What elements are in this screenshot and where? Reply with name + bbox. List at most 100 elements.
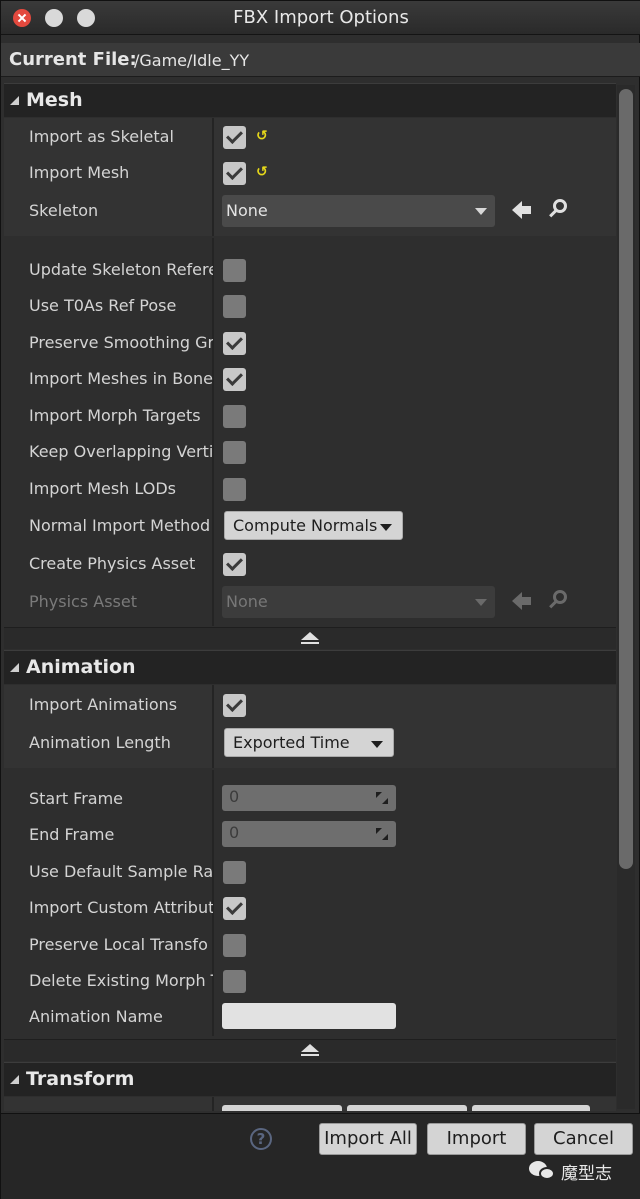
row-import-morph-targets: Import Morph Targets <box>4 398 616 434</box>
normal-import-method-value: Compute Normals <box>233 516 378 535</box>
skeleton-label: Skeleton <box>29 201 99 220</box>
preserve-smoothing-checkbox[interactable] <box>223 332 246 355</box>
import-mesh-lods-checkbox[interactable] <box>223 478 246 501</box>
dialog-footer: ? Import All Import Cancel 魔型志 <box>1 1113 640 1199</box>
use-default-sample-rate-label: Use Default Sample Ra <box>29 862 213 881</box>
import-morph-targets-label: Import Morph Targets <box>29 406 201 425</box>
keep-overlapping-label: Keep Overlapping Verti <box>29 442 213 461</box>
current-file-label: Current File: <box>9 49 137 70</box>
end-frame-input: 0 <box>222 821 396 847</box>
details-panel: Mesh Import as Skeletal ↺ Import Mesh ↺ … <box>4 83 616 1111</box>
import-as-skeletal-label: Import as Skeletal <box>29 127 174 146</box>
animation-length-label: Animation Length <box>29 733 171 752</box>
category-animation-title: Animation <box>26 656 136 678</box>
delete-existing-morph-label: Delete Existing Morph T <box>29 971 213 990</box>
use-selected-arrow-icon <box>512 592 532 610</box>
browse-search-icon <box>548 589 570 611</box>
update-skeleton-ref-label: Update Skeleton Refere <box>29 260 213 279</box>
skeleton-value: None <box>226 201 268 220</box>
import-mesh-lods-label: Import Mesh LODs <box>29 479 176 498</box>
row-preserve-local-transform: Preserve Local Transfo <box>4 927 616 963</box>
chevron-down-icon <box>371 741 383 748</box>
category-transform-title: Transform <box>26 1068 135 1090</box>
row-preserve-smoothing: Preserve Smoothing Gr <box>4 325 616 361</box>
update-skeleton-ref-checkbox[interactable] <box>223 259 246 282</box>
start-frame-value: 0 <box>229 787 240 806</box>
animation-length-dropdown[interactable]: Exported Time <box>224 728 394 757</box>
mesh-advanced-toggle[interactable] <box>4 627 616 649</box>
title-bar: FBX Import Options <box>1 1 640 35</box>
import-animations-checkbox[interactable] <box>223 694 246 717</box>
transform-field[interactable] <box>222 1105 342 1111</box>
transform-field[interactable] <box>472 1105 590 1111</box>
use-selected-arrow-icon[interactable] <box>512 201 532 219</box>
wechat-icon <box>529 1161 557 1181</box>
transform-field[interactable] <box>347 1105 467 1111</box>
category-animation[interactable]: Animation <box>4 650 616 684</box>
mesh-basic-group: Import as Skeletal ↺ Import Mesh ↺ Skele… <box>4 118 616 236</box>
use-t0-ref-pose-checkbox[interactable] <box>223 295 246 318</box>
help-icon[interactable]: ? <box>250 1128 272 1150</box>
browse-search-icon[interactable] <box>548 198 570 220</box>
watermark-text: 魔型志 <box>561 1164 612 1184</box>
reset-to-default-icon[interactable]: ↺ <box>256 128 268 144</box>
import-meshes-in-bone-checkbox[interactable] <box>223 368 246 391</box>
normal-import-method-dropdown[interactable]: Compute Normals <box>224 511 403 540</box>
chevron-down-icon <box>475 599 487 606</box>
row-import-custom-attributes: Import Custom Attribut <box>4 890 616 926</box>
import-custom-attributes-checkbox[interactable] <box>223 897 246 920</box>
use-t0-ref-pose-label: Use T0As Ref Pose <box>29 296 177 315</box>
chevron-down-icon <box>475 208 487 215</box>
row-skeleton: Skeleton None <box>4 193 616 229</box>
collapse-triangle-icon <box>10 663 19 672</box>
reset-to-default-icon[interactable]: ↺ <box>256 164 268 180</box>
category-mesh[interactable]: Mesh <box>4 83 616 117</box>
physics-asset-value: None <box>226 592 268 611</box>
import-animations-label: Import Animations <box>29 695 178 714</box>
eject-icon <box>301 632 319 646</box>
import-as-skeletal-checkbox[interactable] <box>223 126 246 149</box>
row-update-skeleton-ref: Update Skeleton Refere <box>4 252 616 288</box>
create-physics-asset-checkbox[interactable] <box>223 553 246 576</box>
animation-advanced-toggle[interactable] <box>4 1039 616 1061</box>
row-animation-length: Animation Length Exported Time <box>4 725 616 761</box>
import-button[interactable]: Import <box>427 1123 526 1155</box>
row-start-frame: Start Frame 0 <box>4 781 616 817</box>
row-animation-name: Animation Name <box>4 999 616 1035</box>
current-file-bar: Current File: /Game/Idle_YY <box>1 43 640 77</box>
normal-import-method-label: Normal Import Method <box>29 516 211 535</box>
use-default-sample-rate-checkbox[interactable] <box>223 861 246 884</box>
vertical-scrollbar[interactable] <box>617 85 635 1109</box>
animation-name-input[interactable] <box>222 1003 396 1029</box>
category-mesh-title: Mesh <box>26 89 83 111</box>
import-morph-targets-checkbox[interactable] <box>223 405 246 428</box>
category-transform[interactable]: Transform <box>4 1062 616 1096</box>
current-file-path: /Game/Idle_YY <box>134 51 250 70</box>
resize-icon <box>376 828 388 840</box>
row-physics-asset: Physics Asset None <box>4 584 616 620</box>
scrollbar-thumb[interactable] <box>619 89 633 869</box>
start-frame-label: Start Frame <box>29 789 124 808</box>
cancel-button[interactable]: Cancel <box>534 1123 633 1155</box>
preserve-local-transform-checkbox[interactable] <box>223 934 246 957</box>
delete-existing-morph-checkbox[interactable] <box>223 970 246 993</box>
import-meshes-in-bone-label: Import Meshes in Bone <box>29 369 213 388</box>
row-use-default-sample-rate: Use Default Sample Ra <box>4 854 616 890</box>
row-delete-existing-morph: Delete Existing Morph T <box>4 963 616 999</box>
import-mesh-checkbox[interactable] <box>223 162 246 185</box>
resize-icon <box>376 792 388 804</box>
import-all-button[interactable]: Import All <box>319 1123 417 1155</box>
end-frame-value: 0 <box>229 823 240 842</box>
preserve-smoothing-label: Preserve Smoothing Gr <box>29 333 213 352</box>
collapse-triangle-icon <box>10 1075 19 1084</box>
row-import-mesh-lods: Import Mesh LODs <box>4 471 616 507</box>
animation-length-value: Exported Time <box>233 733 350 752</box>
animation-basic-group: Import Animations Animation Length Expor… <box>4 685 616 768</box>
create-physics-asset-label: Create Physics Asset <box>29 554 196 573</box>
row-keep-overlapping: Keep Overlapping Verti <box>4 434 616 470</box>
row-use-t0-ref-pose: Use T0As Ref Pose <box>4 288 616 324</box>
keep-overlapping-checkbox[interactable] <box>223 441 246 464</box>
end-frame-label: End Frame <box>29 825 115 844</box>
row-import-as-skeletal: Import as Skeletal ↺ <box>4 119 616 155</box>
skeleton-asset-picker[interactable]: None <box>222 195 495 227</box>
